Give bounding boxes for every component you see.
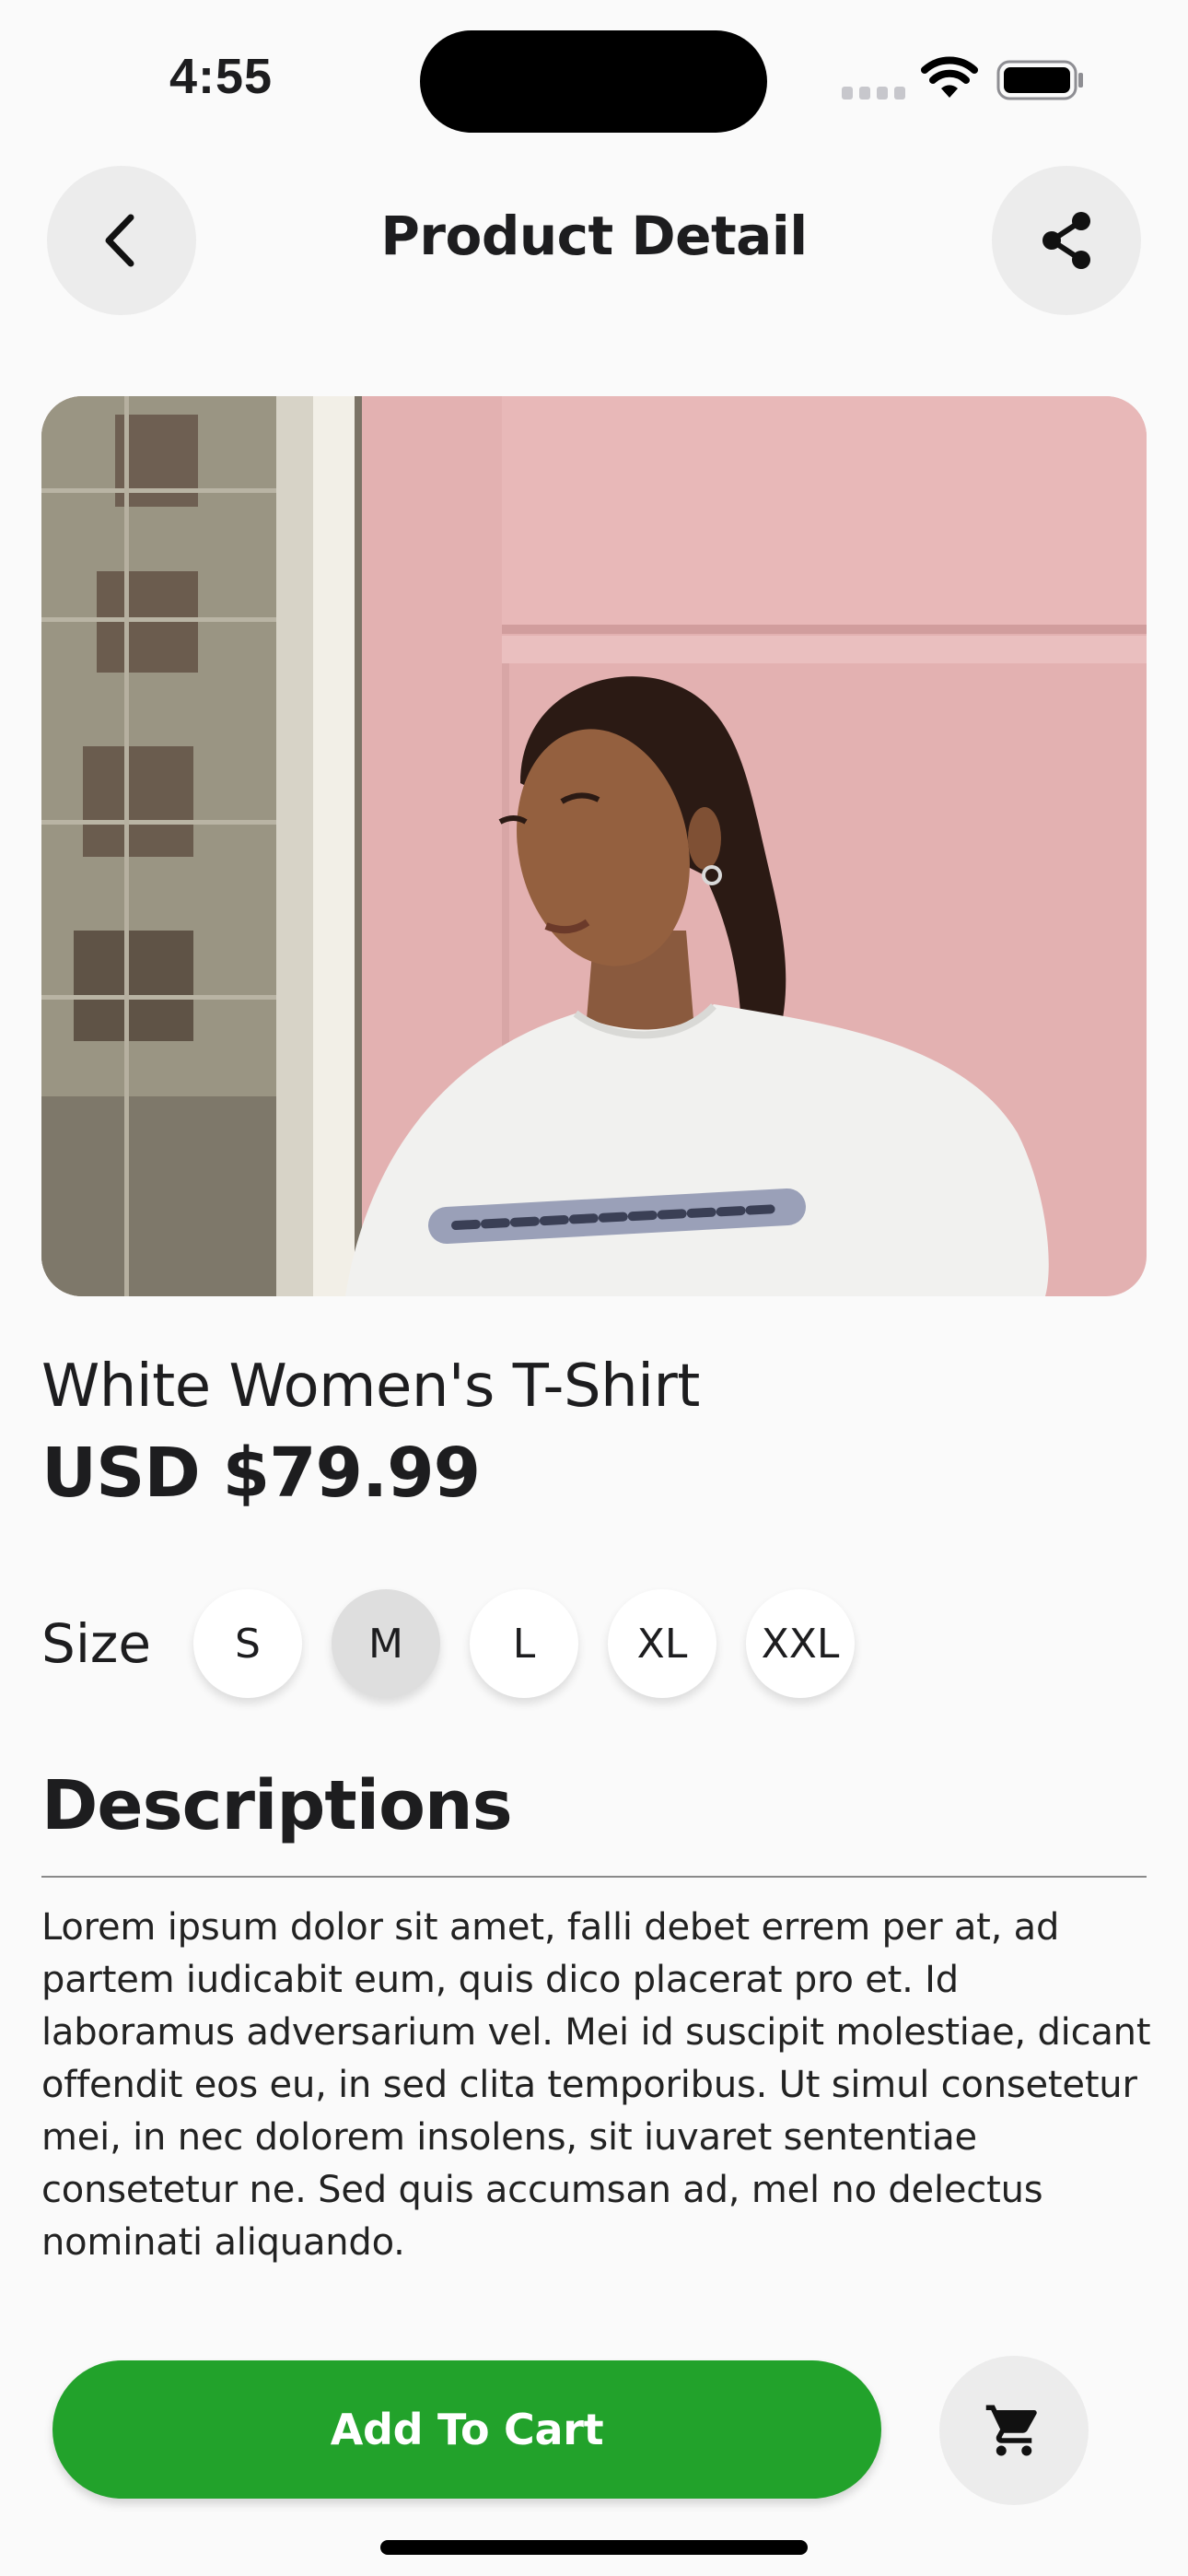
size-option-xxl[interactable]: XXL <box>746 1589 855 1698</box>
product-name: White Women's T-Shirt <box>41 1352 700 1421</box>
wifi-icon <box>921 56 978 98</box>
product-image[interactable] <box>41 396 1147 1296</box>
shopping-cart-icon <box>985 2405 1037 2456</box>
product-price: USD $79.99 <box>41 1434 481 1513</box>
status-time: 4:55 <box>169 49 274 104</box>
share-button[interactable] <box>992 166 1141 315</box>
cart-button[interactable] <box>939 2356 1089 2505</box>
description-text: Lorem ipsum dolor sit amet, falli debet … <box>41 1906 1151 2264</box>
product-photo <box>41 396 1147 1296</box>
divider <box>41 1876 1147 1878</box>
size-option-l[interactable]: L <box>470 1589 578 1698</box>
size-option-m[interactable]: M <box>332 1589 440 1698</box>
size-label: Size <box>41 1612 152 1675</box>
dynamic-island <box>420 30 767 133</box>
size-option-s[interactable]: S <box>193 1589 302 1698</box>
battery-icon <box>996 60 1083 100</box>
descriptions-heading: Descriptions <box>41 1766 513 1845</box>
add-to-cart-button[interactable]: Add To Cart <box>52 2360 881 2499</box>
size-option-xl[interactable]: XL <box>608 1589 716 1698</box>
home-indicator <box>380 2540 808 2555</box>
size-options: S M L XL XXL <box>193 1589 855 1698</box>
signal-icon <box>842 87 905 100</box>
share-icon <box>1042 212 1090 269</box>
